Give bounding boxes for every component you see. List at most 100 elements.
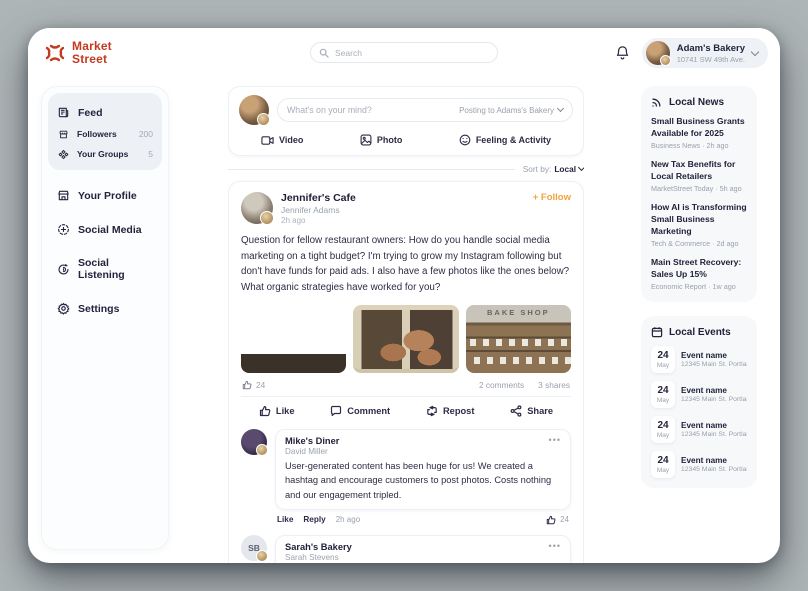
event-name: Event name xyxy=(681,456,747,465)
comment-bubble: Sarah's Bakery Sarah Stevens Collaborati… xyxy=(275,535,571,563)
event-item[interactable]: 24May Event name 12345 Main St. Portland… xyxy=(651,451,747,478)
post-action-bar: Like Comment xyxy=(241,396,571,419)
post-photo-bake-shop[interactable]: BAKE SHOP xyxy=(466,305,571,373)
composer-input[interactable] xyxy=(287,105,453,115)
comment-avatar[interactable]: SB xyxy=(241,535,267,561)
more-options-icon[interactable]: ••• xyxy=(549,435,561,445)
thumbs-up-icon xyxy=(259,405,271,417)
newspaper-icon xyxy=(57,106,70,119)
comment-button[interactable]: Comment xyxy=(330,405,390,417)
sidebar-item-settings[interactable]: Settings xyxy=(48,293,162,324)
share-nodes-icon xyxy=(510,405,522,417)
post-photos: BAKE SHOP xyxy=(241,305,571,373)
event-date-badge: 24May xyxy=(651,416,675,443)
repost-button[interactable]: Repost xyxy=(426,405,475,417)
sidebar-item-social-listening[interactable]: Social Listening xyxy=(48,248,162,290)
news-item[interactable]: New Tax Benefits for Local Retailers Mar… xyxy=(651,159,747,193)
search-input[interactable] xyxy=(335,48,489,58)
follow-button[interactable]: + Follow xyxy=(533,192,571,225)
gear-icon xyxy=(57,302,70,315)
composer-input-pill[interactable]: Posting to Adams's Bakery xyxy=(277,98,573,122)
like-count[interactable]: 24 xyxy=(242,380,265,390)
comment-meta: Like Reply 2h ago 24 xyxy=(277,515,569,525)
feed-column: Posting to Adams's Bakery Video xyxy=(228,86,584,563)
event-date-badge: 24May xyxy=(651,451,675,478)
news-source: MarketStreet Today · 5h ago xyxy=(651,184,747,193)
chevron-down-icon xyxy=(751,47,759,55)
event-item[interactable]: 24May Event name 12345 Main St. Portland… xyxy=(651,346,747,373)
calendar-icon xyxy=(651,326,663,338)
thumbs-up-icon xyxy=(546,515,556,525)
comment-author-name: Sarah Stevens xyxy=(285,553,561,562)
news-item[interactable]: How AI is Transforming Small Business Ma… xyxy=(651,202,747,248)
brand-logo[interactable]: MarketStreet xyxy=(43,40,112,65)
comment: Mike's Diner David Miller User-generated… xyxy=(241,429,571,525)
comment-avatar[interactable] xyxy=(241,429,267,455)
plus-circle-icon xyxy=(57,223,70,236)
video-button[interactable]: Video xyxy=(261,134,303,146)
desktop-background: MarketStreet Adam's Bakery xyxy=(0,0,808,591)
local-events-panel: Local Events 24May Event name 12345 Main… xyxy=(641,316,757,488)
sidebar-item-label: Social Listening xyxy=(78,257,153,281)
repost-button-label: Repost xyxy=(443,406,475,416)
sidebar-item-your-groups[interactable]: Your Groups 5 xyxy=(57,144,153,164)
right-rail: Local News Small Business Grants Availab… xyxy=(641,86,757,488)
sidebar: Feed Followers 200 xyxy=(41,86,169,550)
event-address: 12345 Main St. Portland, OR... xyxy=(681,431,747,438)
comment-business-name[interactable]: Sarah's Bakery xyxy=(285,542,561,552)
post-business-name[interactable]: Jennifer's Cafe xyxy=(281,192,356,204)
sidebar-item-followers[interactable]: Followers 200 xyxy=(57,124,153,144)
comment-business-name[interactable]: Mike's Diner xyxy=(285,436,561,446)
rss-icon xyxy=(651,96,663,108)
search-box[interactable] xyxy=(310,42,498,63)
sort-by-label: Sort by: xyxy=(523,164,552,174)
post-photo-bakery-interior[interactable] xyxy=(241,305,346,373)
news-item[interactable]: Main Street Recovery: Sales Up 15% Econo… xyxy=(651,257,747,291)
profile-menu[interactable]: Adam's Bakery 10741 SW 49th Ave. xyxy=(642,38,768,68)
posting-to-selector[interactable]: Posting to Adams's Bakery xyxy=(459,106,563,115)
notifications-bell-icon[interactable] xyxy=(615,45,630,61)
photo-button[interactable]: Photo xyxy=(360,134,403,146)
photo-button-label: Photo xyxy=(377,135,403,145)
comment-like-count[interactable]: 24 xyxy=(546,515,569,525)
feeling-activity-label: Feeling & Activity xyxy=(476,135,551,145)
followers-icon xyxy=(58,129,69,140)
event-address: 12345 Main St. Portland, OR... xyxy=(681,396,747,403)
sort-by-dropdown[interactable]: Local xyxy=(554,164,584,174)
photo-icon xyxy=(360,134,372,146)
news-source: Business News · 2h ago xyxy=(651,141,747,150)
event-name: Event name xyxy=(681,421,747,430)
sidebar-item-social-media[interactable]: Social Media xyxy=(48,214,162,245)
event-address: 12345 Main St. Portland, OR... xyxy=(681,466,747,473)
more-options-icon[interactable]: ••• xyxy=(549,541,561,551)
feeling-activity-button[interactable]: Feeling & Activity xyxy=(459,134,551,146)
thumbs-up-icon xyxy=(242,380,252,390)
comment-timestamp: 2h ago xyxy=(336,515,360,524)
post-photo-bread-case[interactable] xyxy=(353,305,458,373)
post-text: Question for fellow restaurant owners: H… xyxy=(241,233,571,296)
post-author-name: Jennifer Adams xyxy=(281,205,356,215)
like-button-label: Like xyxy=(276,406,295,416)
comment-reply-button[interactable]: Reply xyxy=(303,515,325,524)
profile-name: Adam's Bakery xyxy=(677,43,745,54)
listening-icon xyxy=(57,263,70,276)
sidebar-item-feed[interactable]: Feed xyxy=(57,101,153,124)
news-item[interactable]: Small Business Grants Available for 2025… xyxy=(651,116,747,150)
shares-count[interactable]: 3 shares xyxy=(538,380,570,390)
sidebar-item-your-profile[interactable]: Your Profile xyxy=(48,180,162,211)
share-button-label: Share xyxy=(527,406,553,416)
like-button[interactable]: Like xyxy=(259,405,295,417)
event-item[interactable]: 24May Event name 12345 Main St. Portland… xyxy=(651,416,747,443)
post-author-avatar[interactable] xyxy=(241,192,273,224)
sidebar-item-label: Your Groups xyxy=(77,149,128,159)
event-item[interactable]: 24May Event name 12345 Main St. Portland… xyxy=(651,381,747,408)
share-button[interactable]: Share xyxy=(510,405,553,417)
chevron-down-icon xyxy=(557,105,564,112)
followers-count: 200 xyxy=(139,129,153,139)
comments-count[interactable]: 2 comments xyxy=(479,380,524,390)
repost-arrows-icon xyxy=(426,405,438,417)
search-icon xyxy=(319,48,329,58)
comment-like-button[interactable]: Like xyxy=(277,515,293,524)
local-news-panel: Local News Small Business Grants Availab… xyxy=(641,86,757,302)
profile-avatar xyxy=(646,41,670,65)
